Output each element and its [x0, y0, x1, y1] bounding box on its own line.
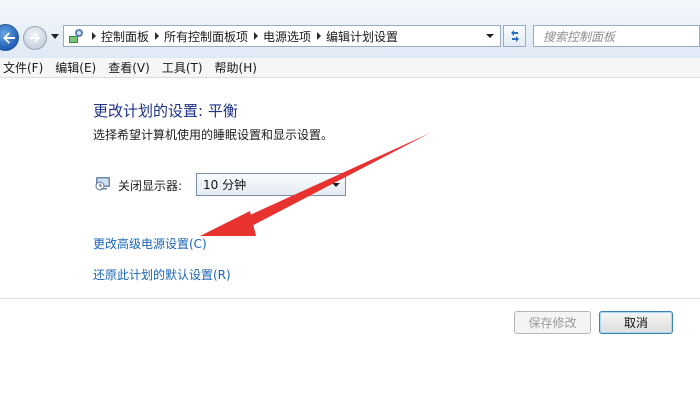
- menu-edit[interactable]: 编辑(E): [51, 59, 104, 76]
- breadcrumb-item[interactable]: 所有控制面板项: [149, 26, 248, 46]
- navigation-bar: 控制面板 所有控制面板项 电源选项 编辑计划设置 搜索控制面板: [0, 0, 700, 58]
- chevron-right-icon[interactable]: [155, 32, 160, 40]
- address-dropdown-icon[interactable]: [486, 34, 494, 38]
- display-timer-icon: [94, 175, 112, 191]
- forward-button[interactable]: [23, 26, 47, 50]
- page-title: 更改计划的设置: 平衡: [93, 102, 238, 120]
- forward-arrow-icon: [30, 33, 40, 43]
- menu-file[interactable]: 文件(F): [0, 59, 51, 76]
- search-input[interactable]: 搜索控制面板: [533, 25, 700, 47]
- breadcrumb-item[interactable]: 电源选项: [248, 26, 311, 46]
- cancel-button[interactable]: 取消: [599, 311, 673, 334]
- breadcrumb-all-items[interactable]: 所有控制面板项: [164, 28, 248, 45]
- chevron-right-icon[interactable]: [254, 32, 259, 40]
- refresh-icon: [510, 30, 519, 42]
- save-changes-button[interactable]: 保存修改: [514, 311, 591, 334]
- breadcrumb-power-options[interactable]: 电源选项: [263, 28, 311, 45]
- display-off-select[interactable]: 10 分钟: [196, 173, 346, 196]
- page-subtitle: 选择希望计算机使用的睡眠设置和显示设置。: [93, 128, 334, 142]
- chevron-right-icon[interactable]: [317, 32, 322, 40]
- search-placeholder: 搜索控制面板: [543, 29, 616, 44]
- control-panel-icon: [66, 26, 86, 46]
- back-button[interactable]: [0, 24, 19, 51]
- display-off-value: 10 分钟: [203, 178, 247, 192]
- recent-pages-dropdown-icon[interactable]: [51, 34, 59, 39]
- display-off-label: 关闭显示器:: [118, 179, 183, 193]
- chevron-right-icon[interactable]: [92, 32, 96, 40]
- refresh-button[interactable]: [503, 25, 526, 47]
- menu-bar: 文件(F) 编辑(E) 查看(V) 工具(T) 帮助(H): [0, 58, 700, 78]
- chevron-down-icon[interactable]: [332, 183, 340, 187]
- advanced-power-settings-link[interactable]: 更改高级电源设置(C): [93, 235, 207, 252]
- breadcrumb-item[interactable]: 控制面板: [86, 26, 149, 46]
- menu-tools[interactable]: 工具(T): [158, 59, 211, 76]
- back-arrow-icon: [2, 31, 15, 44]
- breadcrumb-item[interactable]: 编辑计划设置: [311, 26, 398, 46]
- divider: [0, 298, 700, 299]
- menu-help[interactable]: 帮助(H): [211, 59, 265, 76]
- address-bar[interactable]: 控制面板 所有控制面板项 电源选项 编辑计划设置: [63, 25, 501, 47]
- breadcrumb-control-panel[interactable]: 控制面板: [101, 28, 149, 45]
- breadcrumb-edit-plan[interactable]: 编辑计划设置: [326, 28, 398, 45]
- menu-view[interactable]: 查看(V): [104, 59, 158, 76]
- restore-defaults-link[interactable]: 还原此计划的默认设置(R): [93, 266, 231, 283]
